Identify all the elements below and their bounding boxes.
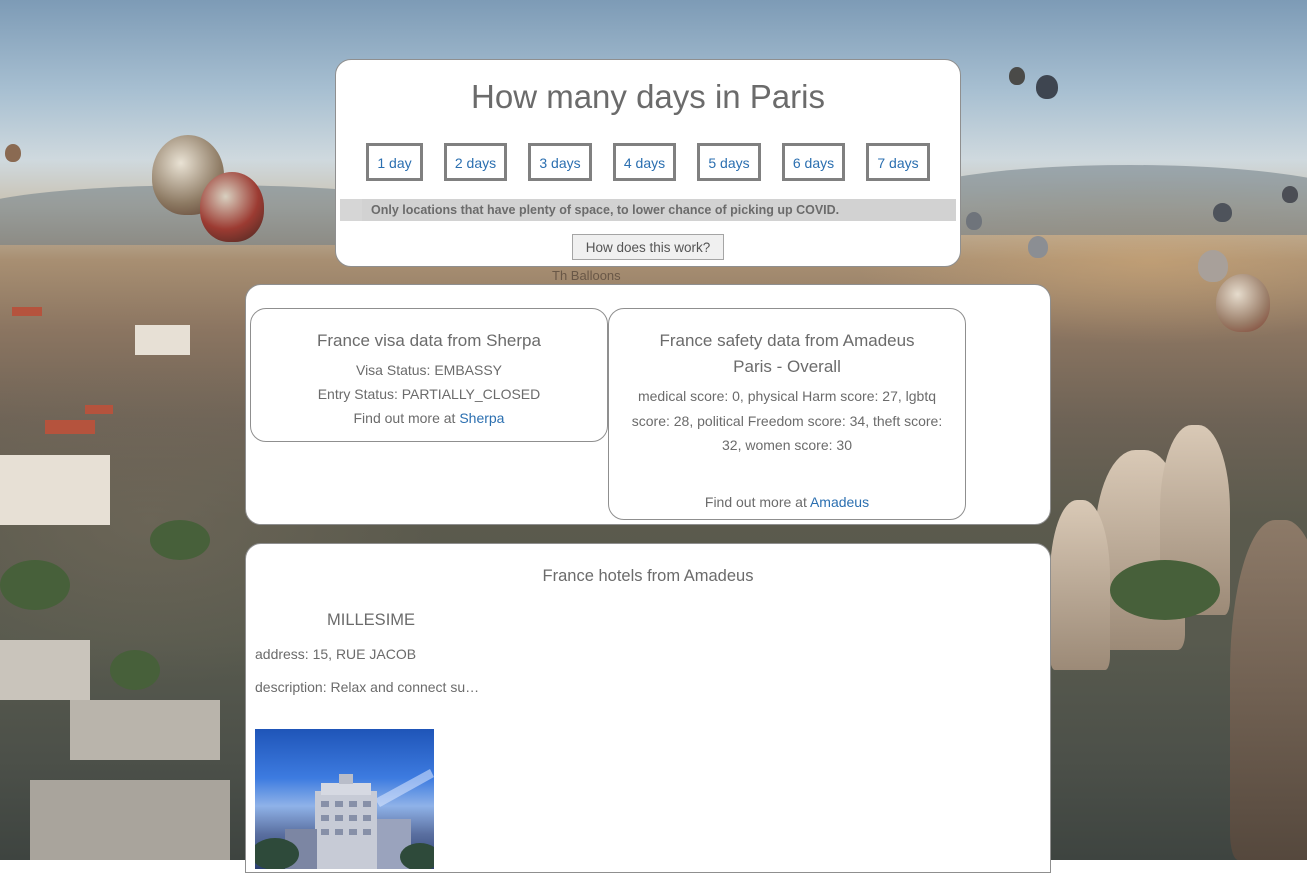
tree xyxy=(0,560,70,610)
hotels-title: France hotels from Amadeus xyxy=(542,567,754,585)
day-option-4[interactable]: 4 days xyxy=(613,143,676,181)
hot-air-balloon xyxy=(5,144,21,162)
safety-card-subtitle: Paris - Overall xyxy=(733,357,841,376)
background-mountain xyxy=(900,165,1307,235)
town-building xyxy=(0,455,110,525)
rock-formation xyxy=(1230,520,1307,860)
hot-air-balloon xyxy=(1282,186,1298,203)
sherpa-link[interactable]: Sherpa xyxy=(459,410,504,426)
town-building xyxy=(135,325,190,355)
tree xyxy=(150,520,210,560)
hot-air-balloon xyxy=(966,212,982,230)
how-does-this-work-button[interactable]: How does this work? xyxy=(572,234,724,260)
visa-status: Visa Status: EMBASSY xyxy=(355,362,503,378)
hot-air-balloon xyxy=(1009,67,1025,85)
visa-data-card: France visa data from Sherpa Visa Status… xyxy=(250,308,608,442)
town-roof xyxy=(85,405,113,414)
hotel-photo[interactable] xyxy=(255,729,434,869)
day-option-2[interactable]: 2 days xyxy=(444,143,507,181)
covid-notice: Only locations that have plenty of space… xyxy=(362,199,956,221)
hot-air-balloon xyxy=(200,172,264,242)
town-building xyxy=(30,780,230,860)
tree xyxy=(110,650,160,690)
safety-more-info: Find out more at Amadeus xyxy=(609,494,965,510)
rock-formation xyxy=(1050,500,1110,670)
safety-data-card: France safety data from Amadeus Paris - … xyxy=(608,308,966,520)
day-option-6[interactable]: 6 days xyxy=(782,143,845,181)
page-title: How many days in Paris xyxy=(471,78,825,115)
safety-card-title: France safety data from Amadeus xyxy=(659,331,915,350)
tree xyxy=(1110,560,1220,620)
visa-card-title: France visa data from Sherpa xyxy=(317,331,541,350)
safety-more-prefix: Find out more at xyxy=(704,494,810,510)
hotel-building-image xyxy=(255,769,434,869)
safety-scores: medical score: 0, physical Harm score: 2… xyxy=(631,388,943,453)
day-option-1[interactable]: 1 day xyxy=(366,143,423,181)
amadeus-link[interactable]: Amadeus xyxy=(810,494,869,510)
visa-more-prefix: Find out more at xyxy=(353,410,460,426)
day-option-3[interactable]: 3 days xyxy=(528,143,592,181)
hotel-description: description: Relax and connect su… xyxy=(255,679,480,695)
hot-air-balloon xyxy=(1213,203,1232,222)
background-caption: Th Balloons xyxy=(552,268,621,283)
town-building xyxy=(0,640,90,700)
entry-status: Entry Status: PARTIALLY_CLOSED xyxy=(317,386,541,402)
town-roof xyxy=(45,420,95,434)
hot-air-balloon xyxy=(1036,75,1058,99)
day-option-7[interactable]: 7 days xyxy=(866,143,930,181)
visa-more-info: Find out more at Sherpa xyxy=(251,410,607,426)
day-option-5[interactable]: 5 days xyxy=(697,143,761,181)
hotels-card: France hotels from Amadeus MILLESIME add… xyxy=(245,543,1051,873)
town-roof xyxy=(12,307,42,316)
hot-air-balloon xyxy=(1198,250,1228,282)
hotel-address: address: 15, RUE JACOB xyxy=(255,646,417,662)
town-building xyxy=(70,700,220,760)
hot-air-balloon xyxy=(1216,274,1270,332)
hot-air-balloon xyxy=(1028,236,1048,258)
hotel-name: MILLESIME xyxy=(327,611,416,629)
